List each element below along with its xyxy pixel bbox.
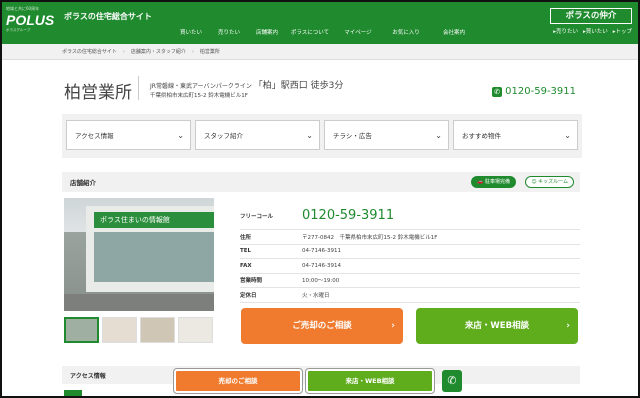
title-divider <box>138 76 139 100</box>
chevron-down-icon: ⌄ <box>306 131 313 140</box>
row-label: 定休日 <box>240 292 257 299</box>
nav-stores[interactable]: 店舗案内 <box>248 28 286 36</box>
photo-road <box>64 294 214 311</box>
row-label: 住所 <box>240 234 252 241</box>
photo-sign: ポラス住まいの情報館 <box>94 212 214 228</box>
nav-mypage[interactable]: マイページ <box>334 28 382 36</box>
dropdown-staff[interactable]: スタッフ紹介 ⌄ <box>195 120 320 150</box>
chevron-down-icon: ⌄ <box>177 131 184 140</box>
row-value: 〒277-0842 千葉県柏市末広町15-2 鈴木電機ビル1F <box>302 234 438 241</box>
chevron-down-icon: ⌄ <box>435 131 442 140</box>
row-value: 04-7146-3911 <box>302 248 341 255</box>
site-title[interactable]: ポラスの住宅総合サイト <box>64 11 152 22</box>
car-icon: 🚗 <box>477 179 484 185</box>
freecall-number[interactable]: 0120-59-3911 <box>302 208 394 223</box>
chevron-down-icon: ⌄ <box>564 131 571 140</box>
visit-consult-label: 来店・WEB相談 <box>464 321 530 331</box>
thumbnail-exterior[interactable] <box>64 317 99 343</box>
kids-label: キッズルーム <box>538 179 568 185</box>
nav-favorites[interactable]: お気に入り <box>382 28 430 36</box>
logo-wordmark: POLUS <box>6 12 55 28</box>
store-photo: ポラス住まいの情報館 <box>64 198 214 311</box>
row-value: 火・水曜日 <box>302 292 330 299</box>
table-row: FAX 04-7146-3914 <box>240 259 580 274</box>
breadcrumb-separator-icon: › <box>191 48 194 55</box>
visit-consult-button[interactable]: 来店・WEB相談 › <box>416 308 578 344</box>
polus-logo[interactable]: 地域と共に60周年 POLUS ポラスグループ <box>6 6 56 40</box>
row-value: 10:00〜19:00 <box>302 278 340 285</box>
chevron-right-icon: › <box>391 321 395 331</box>
phone-icon: ✆ <box>492 86 503 97</box>
row-label: FAX <box>240 262 252 269</box>
floating-action-bar: 売却のご相談 来店・WEB相談 ✆ <box>174 368 462 394</box>
table-row: フリーコール 0120-59-3911 <box>240 202 580 230</box>
page-title: 柏営業所 <box>64 83 132 103</box>
station-walk: 「柏」駅西口 徒歩3分 <box>253 81 344 91</box>
kids-icon: ☺ <box>531 179 537 185</box>
parking-badge: 🚗 駐車場完備 <box>471 176 516 188</box>
store-address: 千葉県柏市末広町15-2 鈴木電機ビル1F <box>150 93 248 99</box>
brand-nav-buy[interactable]: ▸買いたい <box>583 27 608 35</box>
breadcrumb: ポラスの住宅総合サイト › 店舗案内・スタッフ紹介 › 柏営業所 <box>2 44 638 60</box>
row-label: TEL <box>240 248 252 255</box>
row-label: 営業時間 <box>240 278 263 285</box>
sell-consult-button[interactable]: ご売却のご相談 › <box>241 308 403 344</box>
header-phone[interactable]: ✆ 0120-59-3911 <box>492 86 576 97</box>
logo-sub: ポラスグループ <box>6 28 31 32</box>
phone-icon[interactable]: ✆ <box>442 370 462 392</box>
station-lines: JR常磐線・東武アーバンパークライン <box>150 83 252 90</box>
nav-company[interactable]: 会社案内 <box>430 28 478 36</box>
brand-nav-sell[interactable]: ▸売りたい <box>553 27 578 35</box>
dropdown-access[interactable]: アクセス情報 ⌄ <box>66 120 191 150</box>
nav-sell[interactable]: 売りたい <box>210 28 248 36</box>
floating-sell-button[interactable]: 売却のご相談 <box>174 369 302 393</box>
access-title: アクセス情報 <box>70 373 106 380</box>
table-row: TEL 04-7146-3911 <box>240 245 580 259</box>
nav-buy[interactable]: 買いたい <box>172 28 210 36</box>
table-row: 住所 〒277-0842 千葉県柏市末広町15-2 鈴木電機ビル1F <box>240 230 580 245</box>
page: 地域と共に60周年 POLUS ポラスグループ ポラスの住宅総合サイト 買いたい… <box>2 2 638 396</box>
table-row: 営業時間 10:00〜19:00 <box>240 274 580 288</box>
floating-visit-button[interactable]: 来店・WEB相談 <box>306 369 434 393</box>
global-nav: 買いたい 売りたい 店舗案内 ポラスについて マイページ お気に入り 会社案内 <box>172 28 478 36</box>
breadcrumb-home[interactable]: ポラスの住宅総合サイト <box>62 48 117 55</box>
access-accent <box>64 390 82 396</box>
section-title: 店舗紹介 <box>70 179 96 187</box>
brand-nav: ▸売りたい ▸買いたい ▸トップ <box>553 27 632 35</box>
store-info-table: フリーコール 0120-59-3911 住所 〒277-0842 千葉県柏市末広… <box>240 202 580 303</box>
parking-label: 駐車場完備 <box>484 179 510 185</box>
site-header: 地域と共に60周年 POLUS ポラスグループ ポラスの住宅総合サイト 買いたい… <box>2 2 638 44</box>
dropdown-label: おすすめ物件 <box>462 132 501 140</box>
table-row: 定休日 火・水曜日 <box>240 288 580 303</box>
breadcrumb-current: 柏営業所 <box>199 49 220 55</box>
chevron-right-icon: › <box>566 321 570 331</box>
photo-thumbnails <box>64 317 213 343</box>
thumbnail-interior-2[interactable] <box>140 317 175 343</box>
station-info: JR常磐線・東武アーバンパークライン 「柏」駅西口 徒歩3分 <box>150 78 343 91</box>
store-intro-header: 店舗紹介 🚗 駐車場完備 ☺ キッズルーム <box>62 172 580 192</box>
row-value: 04-7146-3914 <box>302 262 341 269</box>
breadcrumb-separator-icon: › <box>122 48 125 55</box>
dropdown-label: チラシ・広告 <box>333 132 372 140</box>
kids-room-badge: ☺ キッズルーム <box>525 176 574 188</box>
dropdown-label: アクセス情報 <box>75 132 114 140</box>
brokerage-brand[interactable]: ポラスの仲介 <box>550 8 632 24</box>
row-label: フリーコール <box>240 213 274 220</box>
section-dropdowns: アクセス情報 ⌄ スタッフ紹介 ⌄ チラシ・広告 ⌄ おすすめ物件 ⌄ <box>62 114 582 158</box>
photo-storefront <box>94 232 214 282</box>
dropdown-label: スタッフ紹介 <box>204 132 243 140</box>
nav-about[interactable]: ポラスについて <box>286 28 334 36</box>
header-phone-number: 0120-59-3911 <box>505 86 576 97</box>
dropdown-recommended[interactable]: おすすめ物件 ⌄ <box>453 120 578 150</box>
breadcrumb-stores[interactable]: 店舗案内・スタッフ紹介 <box>131 48 186 55</box>
thumbnail-interior-1[interactable] <box>102 317 137 343</box>
dropdown-flyers[interactable]: チラシ・広告 ⌄ <box>324 120 449 150</box>
brand-nav-top[interactable]: ▸トップ <box>613 27 632 35</box>
sell-consult-label: ご売却のご相談 <box>292 321 352 331</box>
thumbnail-interior-3[interactable] <box>178 317 213 343</box>
